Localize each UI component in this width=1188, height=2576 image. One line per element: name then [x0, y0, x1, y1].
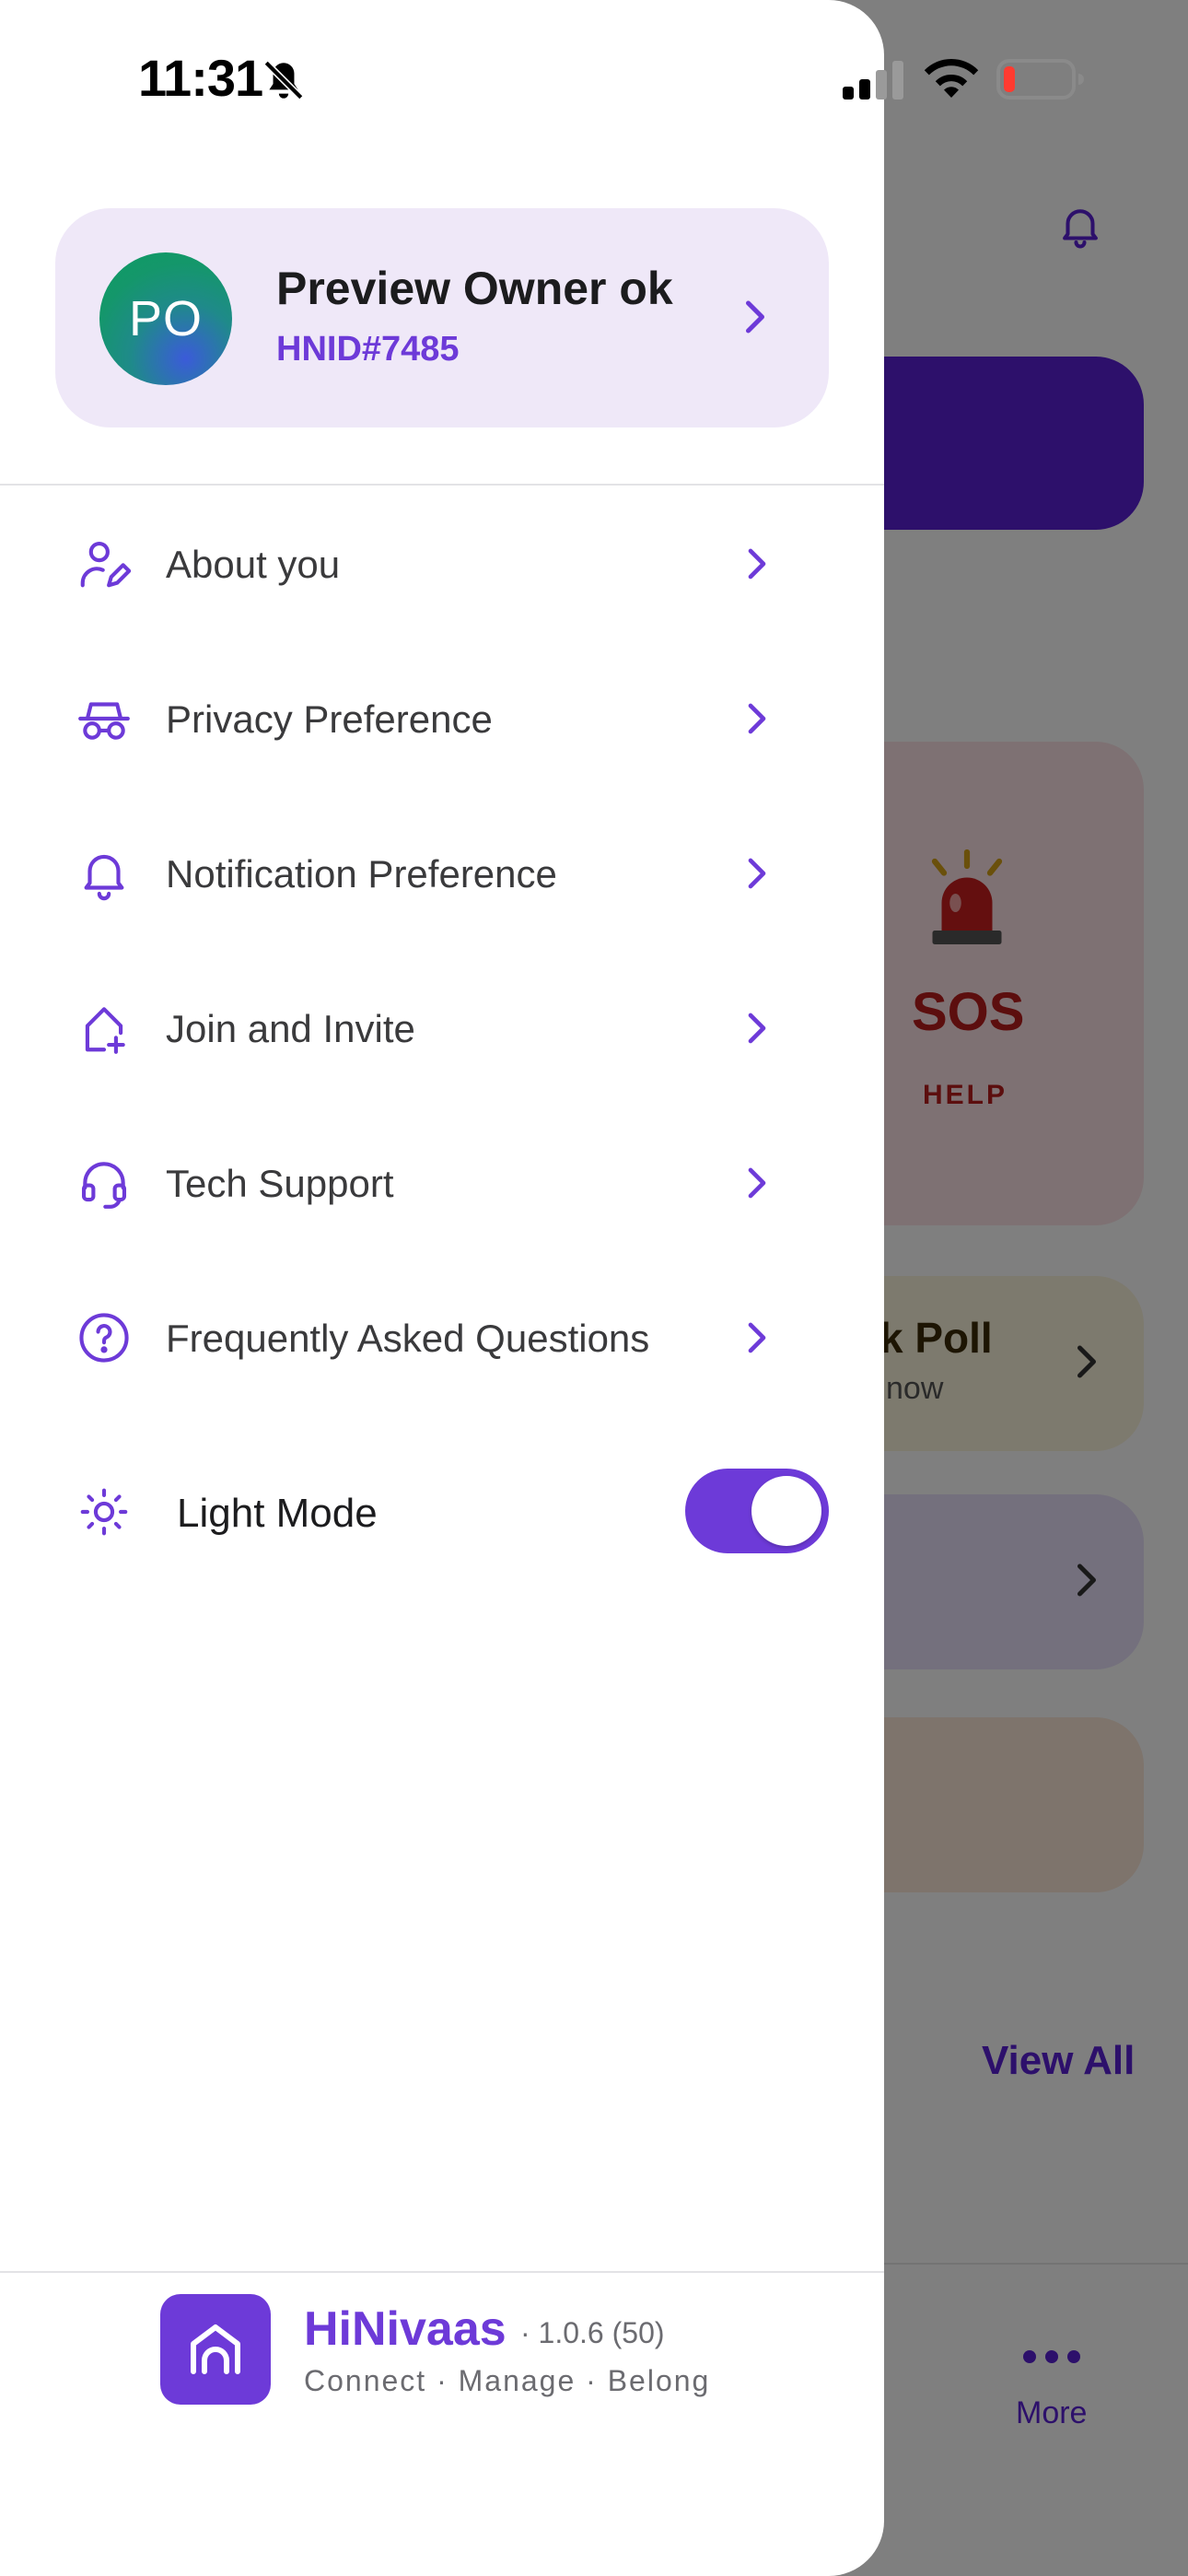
chevron-right-icon [746, 300, 764, 334]
light-mode-label: Light Mode [177, 1491, 378, 1536]
chevron-right-icon [748, 703, 766, 734]
bell-icon [84, 854, 124, 901]
menu-item-label: Tech Support [166, 1162, 394, 1205]
status-time: 11:31 [138, 49, 263, 107]
chevron-right-icon [748, 858, 766, 889]
chevron-right-icon [748, 1013, 766, 1044]
divider [0, 2271, 884, 2273]
chevron-right-icon [748, 1322, 766, 1353]
menu-item-notification-preference[interactable]: Notification Preference [0, 812, 884, 931]
profile-hnid: HNID#7485 [276, 330, 460, 369]
menu-item-label: Join and Invite [166, 1007, 415, 1050]
menu-item-join-and-invite[interactable]: Join and Invite [0, 966, 884, 1086]
chevron-right-icon [748, 1167, 766, 1199]
headset-icon [81, 1162, 127, 1209]
side-drawer: 11:31 PO Preview Owner ok HNID#7485 Abou… [0, 0, 884, 2576]
menu-item-label: Privacy Preference [166, 697, 493, 741]
divider [0, 484, 884, 486]
battery-low-icon [996, 59, 1084, 100]
menu-item-tech-support[interactable]: Tech Support [0, 1121, 884, 1241]
app-name: HiNivaas [304, 2302, 507, 2356]
bell-slash-icon [263, 60, 304, 100]
menu-item-faq[interactable]: Frequently Asked Questions [0, 1276, 884, 1396]
profile-card[interactable]: PO Preview Owner ok HNID#7485 [55, 208, 829, 427]
app-tagline: Connect · Manage · Belong [304, 2364, 711, 2397]
incognito-icon [78, 702, 130, 740]
chevron-right-icon [748, 548, 766, 580]
light-mode-toggle[interactable] [685, 1469, 829, 1553]
light-mode-row: Light Mode [0, 1448, 884, 1577]
app-version: · 1.0.6 (50) [520, 2316, 665, 2349]
sun-icon [80, 1488, 128, 1536]
wifi-icon [924, 58, 979, 98]
question-circle-icon [79, 1313, 129, 1363]
avatar: PO [99, 252, 232, 385]
user-edit-icon [80, 541, 132, 588]
menu-item-label: About you [166, 543, 341, 586]
cellular-signal-icon [843, 61, 903, 100]
house-arch-icon [191, 2324, 240, 2374]
home-plus-icon [85, 1007, 125, 1054]
menu-item-about-you[interactable]: About you [0, 502, 884, 622]
menu-item-label: Frequently Asked Questions [166, 1317, 650, 1360]
menu-item-privacy-preference[interactable]: Privacy Preference [0, 657, 884, 777]
menu-item-label: Notification Preference [166, 852, 557, 896]
profile-name: Preview Owner ok [276, 263, 673, 314]
toggle-knob [751, 1476, 821, 1546]
app-logo [160, 2294, 271, 2405]
